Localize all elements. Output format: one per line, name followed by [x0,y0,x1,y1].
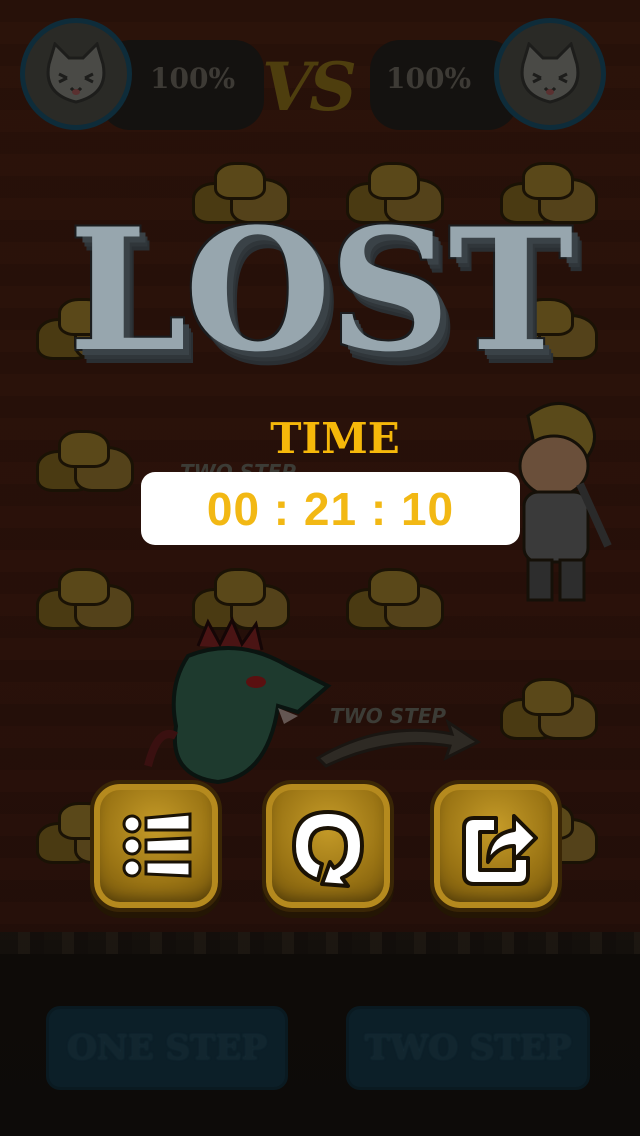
rock-tile [494,676,598,742]
share-button[interactable] [430,780,562,912]
one-step-button[interactable]: ONE STEP [46,1006,288,1090]
player-avatar [20,18,132,130]
time-display: 00 : 21 : 10 [141,472,520,545]
cat-face-icon [520,42,580,104]
rock-tile [30,566,134,632]
player-health-percent: 100% [150,62,236,95]
dragon-character [144,616,332,785]
two-step-button[interactable]: TWO STEP [346,1006,590,1090]
time-value: 00 : 21 : 10 [206,482,455,535]
cat-face-icon [46,42,106,104]
ground-edge [0,932,640,954]
list-menu-icon [122,812,192,878]
menu-button[interactable] [90,780,222,912]
time-label: TIME [270,414,400,463]
restart-icon [292,810,364,888]
result-title: LOST [68,191,574,389]
share-icon [462,814,538,886]
step-arrow-ghost [315,718,481,768]
opponent-health-percent: 100% [386,62,472,95]
rock-tile [340,566,444,632]
restart-button[interactable] [262,780,394,912]
vs-label: VS [262,48,357,126]
opponent-avatar [494,18,606,130]
